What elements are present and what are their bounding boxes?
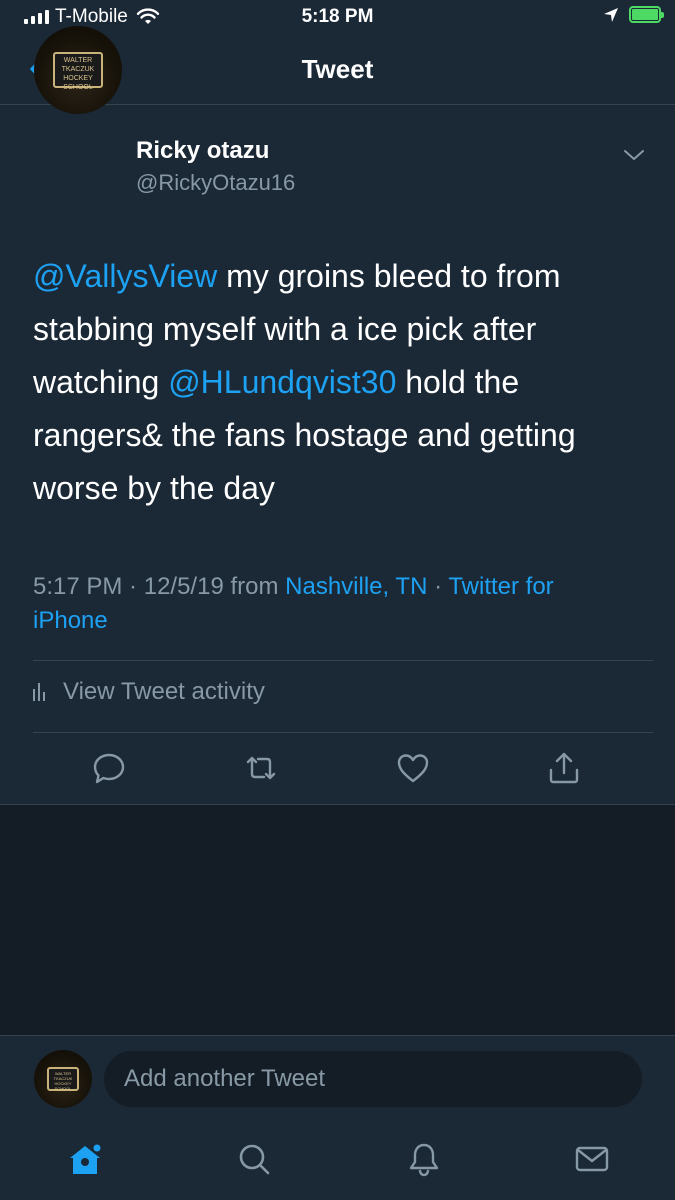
retweet-icon[interactable]	[243, 750, 279, 786]
tweet-time: 5:17 PM	[33, 573, 123, 600]
author-avatar[interactable]: WALTER TKACZUK HOCKEY SCHOOL	[34, 26, 122, 114]
mention-link[interactable]: @VallysView	[33, 258, 217, 294]
search-icon[interactable]	[235, 1140, 273, 1178]
meta-separator: ·	[427, 573, 449, 600]
divider	[33, 660, 653, 661]
analytics-icon	[33, 683, 45, 701]
tweet-meta: 5:17 PM · 12/5/19 from Nashville, TN · T…	[33, 570, 633, 638]
tweet-activity-label: View Tweet activity	[63, 678, 265, 705]
meta-separator: ·	[122, 573, 144, 600]
like-icon[interactable]	[395, 750, 431, 786]
reply-icon[interactable]	[91, 750, 127, 786]
tweet-date: 12/5/19	[143, 573, 224, 600]
tweet-text: @VallysView my groins bleed to from stab…	[33, 250, 653, 515]
author-display-name[interactable]: Ricky otazu	[136, 137, 269, 165]
user-avatar[interactable]: WALTER TKACZUK HOCKEY SCHOOL	[34, 1050, 92, 1108]
add-tweet-input[interactable]: Add another Tweet	[104, 1051, 642, 1107]
status-right	[603, 6, 664, 23]
home-icon[interactable]	[66, 1140, 104, 1178]
avatar-hat-logo: WALTER TKACZUK HOCKEY SCHOOL	[46, 1067, 80, 1091]
author-handle[interactable]: @RickyOtazu16	[136, 170, 295, 196]
chevron-down-icon[interactable]	[620, 144, 648, 166]
messages-icon[interactable]	[573, 1140, 611, 1178]
location-arrow-icon	[604, 7, 618, 22]
mention-link[interactable]: @HLundqvist30	[168, 364, 396, 400]
divider	[33, 732, 653, 733]
location-link[interactable]: Nashville, TN	[285, 573, 427, 600]
notifications-icon[interactable]	[405, 1140, 443, 1178]
status-time: 5:18 PM	[301, 6, 374, 27]
tweet-activity-button[interactable]: View Tweet activity	[33, 678, 265, 706]
status-bar: T-Mobile 5:18 PM	[0, 0, 675, 34]
share-icon[interactable]	[546, 750, 582, 786]
avatar-hat-logo: WALTER TKACZUK HOCKEY SCHOOL	[53, 52, 103, 91]
battery-icon	[629, 6, 664, 23]
meta-from: from	[223, 573, 286, 600]
